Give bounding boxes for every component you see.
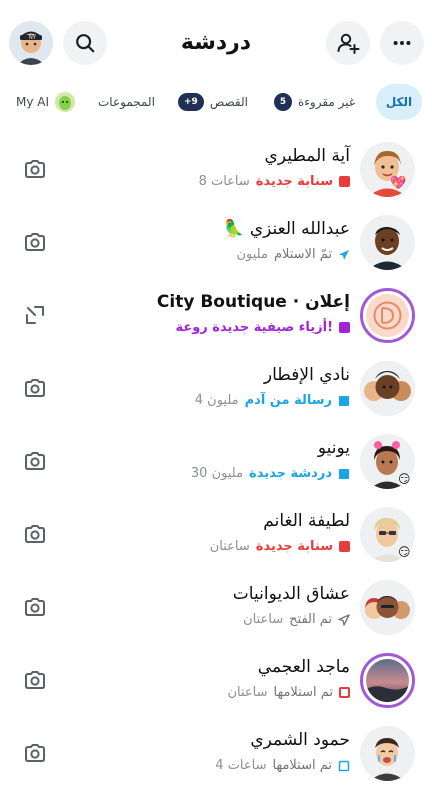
chat-time: 8 ساعات bbox=[198, 174, 250, 189]
group-avatar bbox=[360, 361, 415, 416]
chat-subtitle: تمّ الاستلام مليون bbox=[236, 247, 350, 262]
chat-name: إعلان · City Boutique bbox=[156, 292, 350, 312]
story-ring-avatar bbox=[360, 653, 415, 708]
expand-icon[interactable] bbox=[23, 303, 47, 327]
chat-row[interactable]: حمود الشمري تم استلامها 4 ساعات bbox=[0, 720, 432, 792]
chat-row-group[interactable]: نادي الإفطار رسالة من آدم 4 مليون bbox=[0, 355, 432, 427]
camera-icon[interactable] bbox=[23, 376, 47, 400]
unread-count-badge: 5 bbox=[274, 93, 292, 111]
chat-name: يونيو bbox=[317, 438, 350, 458]
chat-row[interactable]: 😏 لطيفة الغانم سنابة جديدة ساعتان bbox=[0, 501, 432, 573]
chat-time: 4 مليون bbox=[194, 393, 239, 408]
chat-time: 30 مليون bbox=[190, 466, 244, 481]
bitmoji-avatar bbox=[360, 215, 415, 270]
chat-name: حمود الشمري bbox=[250, 730, 350, 750]
filter-chip-label: المجموعات bbox=[98, 95, 155, 109]
filter-chip-label: غير مقروءة bbox=[298, 95, 356, 109]
camera-icon[interactable] bbox=[23, 157, 47, 181]
filter-chip-my-ai[interactable]: My AI bbox=[16, 84, 76, 120]
chat-name: عشاق الديوانيات bbox=[232, 584, 350, 604]
chat-row[interactable]: عبدالله العنزي 🦜 تمّ الاستلام مليون bbox=[0, 209, 432, 281]
chat-subtitle: تم استلامها ساعتان bbox=[227, 685, 350, 700]
camera-icon[interactable] bbox=[23, 741, 47, 765]
chat-time: 4 ساعات bbox=[215, 758, 267, 773]
group-avatar bbox=[360, 580, 415, 635]
chat-subtitle: أزياء صيفية جديدة روعة! bbox=[175, 320, 350, 335]
chat-name: ماجد العجمي bbox=[257, 657, 350, 677]
add-friend-button[interactable] bbox=[326, 21, 370, 65]
bitmoji-avatar bbox=[360, 142, 415, 197]
heart-emoji-icon: 💖 bbox=[390, 176, 407, 191]
bitmoji-avatar bbox=[360, 726, 415, 781]
smirk-emoji-icon: 😏 bbox=[398, 545, 411, 559]
chat-status: رسالة من آدم bbox=[244, 393, 332, 408]
chat-row[interactable]: 💖 آية المطيري سنابة جديدة 8 ساعات bbox=[0, 136, 432, 208]
more-dots-icon bbox=[393, 40, 411, 46]
camera-icon[interactable] bbox=[23, 230, 47, 254]
chat-name: آية المطيري bbox=[264, 146, 350, 166]
chat-time: ساعتان bbox=[243, 612, 284, 627]
chat-status: تم استلامها bbox=[273, 685, 333, 700]
filter-chip-unread[interactable]: 5 غير مقروءة bbox=[274, 84, 355, 120]
filter-chip-label: My AI bbox=[16, 95, 50, 109]
new-snap-red-square-icon bbox=[339, 176, 350, 187]
chat-status: تمّ الاستلام bbox=[273, 247, 332, 262]
chat-subtitle: تم استلامها 4 ساعات bbox=[215, 758, 350, 773]
camera-icon[interactable] bbox=[23, 595, 47, 619]
chat-time: ساعتان bbox=[209, 539, 250, 554]
more-options-button[interactable] bbox=[380, 21, 424, 65]
smirk-emoji-icon: 😏 bbox=[398, 472, 411, 486]
stories-count-badge: +9 bbox=[178, 93, 204, 111]
chat-time: مليون bbox=[236, 247, 268, 262]
chat-row-ad[interactable]: إعلان · City Boutique أزياء صيفية جديدة … bbox=[0, 282, 432, 354]
ad-purple-square-icon bbox=[339, 322, 350, 333]
chat-status: تم الفتح bbox=[289, 612, 332, 627]
received-snap-hollow-square-icon bbox=[339, 687, 350, 698]
chat-subtitle: تم الفتح ساعتان bbox=[243, 612, 350, 627]
filter-bar: الكل 5 غير مقروءة +9 القصص المجموعات My … bbox=[0, 84, 432, 122]
chat-status: تم استلامها bbox=[272, 758, 332, 773]
chat-name: لطيفة الغانم bbox=[263, 511, 350, 531]
header: NY دردشة bbox=[0, 0, 432, 86]
chat-subtitle: دردشة جديدة 30 مليون bbox=[191, 466, 350, 481]
my-ai-avatar-icon bbox=[55, 92, 76, 112]
camera-icon[interactable] bbox=[23, 449, 47, 473]
chat-subtitle: سنابة جديدة ساعتان bbox=[210, 539, 350, 554]
chat-status: أزياء صيفية جديدة روعة! bbox=[175, 320, 333, 335]
chat-status: سنابة جديدة bbox=[255, 174, 333, 189]
chat-row[interactable]: ماجد العجمي تم استلامها ساعتان bbox=[0, 647, 432, 719]
chat-row[interactable]: 😏 يونيو دردشة جديدة 30 مليون bbox=[0, 428, 432, 500]
new-snap-red-square-icon bbox=[339, 541, 350, 552]
delivered-arrow-icon bbox=[339, 249, 349, 260]
camera-icon[interactable] bbox=[23, 668, 47, 692]
chat-status: سنابة جديدة bbox=[255, 539, 333, 554]
filter-chip-label: القصص bbox=[209, 95, 248, 109]
received-chat-hollow-bubble-icon bbox=[338, 760, 350, 771]
chat-subtitle: سنابة جديدة 8 ساعات bbox=[199, 174, 350, 189]
camera-icon[interactable] bbox=[23, 522, 47, 546]
filter-chip-groups[interactable]: المجموعات bbox=[98, 84, 155, 120]
filter-chip-stories[interactable]: +9 القصص bbox=[178, 84, 248, 120]
brand-avatar bbox=[360, 288, 415, 343]
chat-name: نادي الإفطار bbox=[263, 365, 350, 385]
chat-status: دردشة جديدة bbox=[249, 466, 332, 481]
filter-chip-all[interactable]: الكل bbox=[376, 84, 422, 120]
chat-row-group[interactable]: عشاق الديوانيات تم الفتح ساعتان bbox=[0, 574, 432, 646]
chat-subtitle: رسالة من آدم 4 مليون bbox=[195, 393, 350, 408]
chat-time: ساعتان bbox=[227, 685, 268, 700]
chat-name: عبدالله العنزي 🦜 bbox=[223, 219, 350, 239]
opened-arrow-icon bbox=[338, 613, 350, 626]
add-friend-icon bbox=[337, 33, 360, 54]
chat-bubble-blue-icon bbox=[339, 468, 349, 479]
chat-bubble-blue-icon bbox=[339, 395, 349, 406]
filter-chip-label: الكل bbox=[385, 95, 413, 109]
